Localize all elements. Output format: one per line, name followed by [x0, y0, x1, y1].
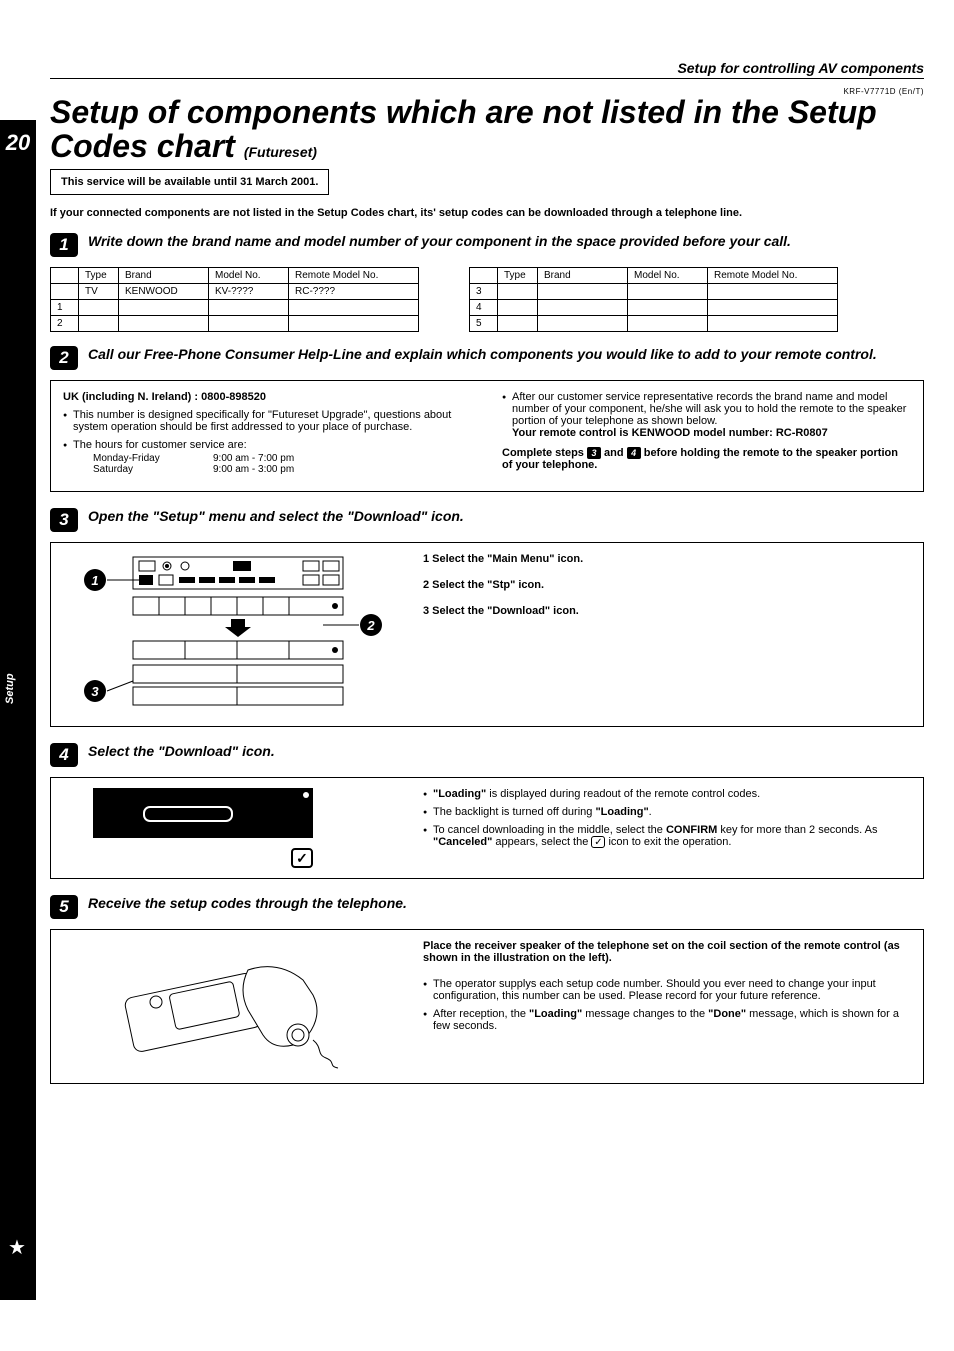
step-3-title: Open the "Setup" menu and select the "Do…: [88, 508, 464, 524]
uk-phone-line: UK (including N. Ireland) : 0800-898520: [63, 391, 472, 403]
phone-remote-svg: [98, 940, 358, 1070]
divider: [50, 78, 924, 79]
step-4-bullet-1: "Loading" is displayed during readout of…: [423, 788, 911, 800]
step-4-bullet-2: The backlight is turned off during "Load…: [423, 806, 911, 818]
page-sidebar: 20 Setup ★: [0, 120, 36, 1300]
table-header: Type: [79, 268, 119, 284]
worksheet-table-2: Type Brand Model No. Remote Model No. 3 …: [469, 267, 838, 332]
section-header: Setup for controlling AV components: [50, 60, 924, 76]
step-1-header: 1 Write down the brand name and model nu…: [50, 233, 924, 257]
step-badge-3: 3: [50, 508, 78, 532]
step-2-title: Call our Free-Phone Consumer Help-Line a…: [88, 346, 877, 362]
step-5-box: Place the receiver speaker of the teleph…: [50, 929, 924, 1084]
loading-indicator-icon: [303, 792, 309, 798]
hours-label: The hours for customer service are:: [73, 439, 247, 451]
step-4-notes: "Loading" is displayed during readout of…: [423, 788, 911, 854]
step-badge-5: 5: [50, 895, 78, 919]
page-title-main: Setup of components which are not listed…: [50, 94, 877, 164]
cs-note: After our customer service representativ…: [502, 391, 911, 439]
step-5-title: Receive the setup codes through the tele…: [88, 895, 407, 911]
table-row: 1: [51, 300, 419, 316]
table-header: [470, 268, 498, 284]
table-row: 5: [470, 316, 838, 332]
step-4-header: 4 Select the "Download" icon.: [50, 743, 924, 767]
step-2-box: UK (including N. Ireland) : 0800-898520 …: [50, 380, 924, 492]
uk-note: This number is designed specifically for…: [63, 409, 472, 433]
table-header: Brand: [538, 268, 628, 284]
sidebar-vertical-label: Setup: [4, 673, 16, 704]
step-2-header: 2 Call our Free-Phone Consumer Help-Line…: [50, 346, 924, 370]
step-3-note-2: 2Select the "Stp" icon.: [423, 579, 911, 591]
remote-model-line: Your remote control is KENWOOD model num…: [512, 427, 828, 439]
complete-steps-line: Complete steps 3 and 4 before holding th…: [502, 447, 911, 471]
loading-bar-icon: [143, 806, 233, 822]
step-1-title: Write down the brand name and model numb…: [88, 233, 791, 249]
step-3-note-3: 3Select the "Download" icon.: [423, 605, 911, 617]
step-3-note-1: 1Select the "Main Menu" icon.: [423, 553, 911, 565]
telephone-remote-diagram: [63, 940, 393, 1073]
hours-block: The hours for customer service are: Mond…: [63, 439, 472, 475]
step-4-title: Select the "Download" icon.: [88, 743, 275, 759]
step-badge-2: 2: [50, 346, 78, 370]
step-badge-inline-3: 3: [587, 447, 601, 459]
worksheet-table-1: Type Brand Model No. Remote Model No. TV…: [50, 267, 419, 332]
check-inline-icon: ✓: [591, 836, 605, 848]
loading-screen-diagram: ✓: [63, 788, 393, 868]
menu-navigation-diagram: 1 2: [63, 553, 393, 716]
step-5-header: 5 Receive the setup codes through the te…: [50, 895, 924, 919]
step-3-header: 3 Open the "Setup" menu and select the "…: [50, 508, 924, 532]
step-5-place-text: Place the receiver speaker of the teleph…: [423, 940, 911, 964]
worksheet-tables: Type Brand Model No. Remote Model No. TV…: [50, 267, 924, 332]
service-notice: This service will be available until 31 …: [50, 169, 329, 195]
svg-text:3: 3: [91, 684, 99, 699]
step-4-bullet-3: To cancel downloading in the middle, sel…: [423, 824, 911, 848]
table-header: Model No.: [628, 268, 708, 284]
step-5-notes: Place the receiver speaker of the teleph…: [423, 940, 911, 1038]
step-5-bullet-2: After reception, the "Loading" message c…: [423, 1008, 911, 1032]
table-header: Model No.: [209, 268, 289, 284]
page-content: Setup for controlling AV components KRF-…: [50, 0, 924, 1084]
step-badge-inline-4: 4: [627, 447, 641, 459]
svg-text:2: 2: [366, 618, 375, 633]
table-header: Type: [498, 268, 538, 284]
step-3-box: 1 2: [50, 542, 924, 727]
table-row: 2: [51, 316, 419, 332]
table-header: Remote Model No.: [289, 268, 419, 284]
step-4-box: ✓ "Loading" is displayed during readout …: [50, 777, 924, 879]
step-5-bullet-1: The operator supplys each setup code num…: [423, 978, 911, 1002]
table-header: Remote Model No.: [708, 268, 838, 284]
star-icon: ★: [8, 1235, 26, 1260]
svg-text:1: 1: [91, 573, 98, 588]
table-header: [51, 268, 79, 284]
table-row: 3: [470, 284, 838, 300]
table-row: 4: [470, 300, 838, 316]
page-title: Setup of components which are not listed…: [50, 96, 924, 163]
page-number: 20: [0, 130, 36, 156]
step-3-notes: 1Select the "Main Menu" icon. 2Select th…: [423, 553, 911, 631]
menu-diagram-svg: 1 2: [63, 553, 393, 713]
intro-text: If your connected components are not lis…: [50, 207, 924, 219]
page-title-suffix: (Futureset): [244, 144, 317, 160]
confirm-check-icon: ✓: [291, 848, 313, 868]
table-row: TV KENWOOD KV-???? RC-????: [51, 284, 419, 300]
step-badge-1: 1: [50, 233, 78, 257]
loading-black-screen: [93, 788, 313, 838]
table-header: Brand: [119, 268, 209, 284]
step-badge-4: 4: [50, 743, 78, 767]
